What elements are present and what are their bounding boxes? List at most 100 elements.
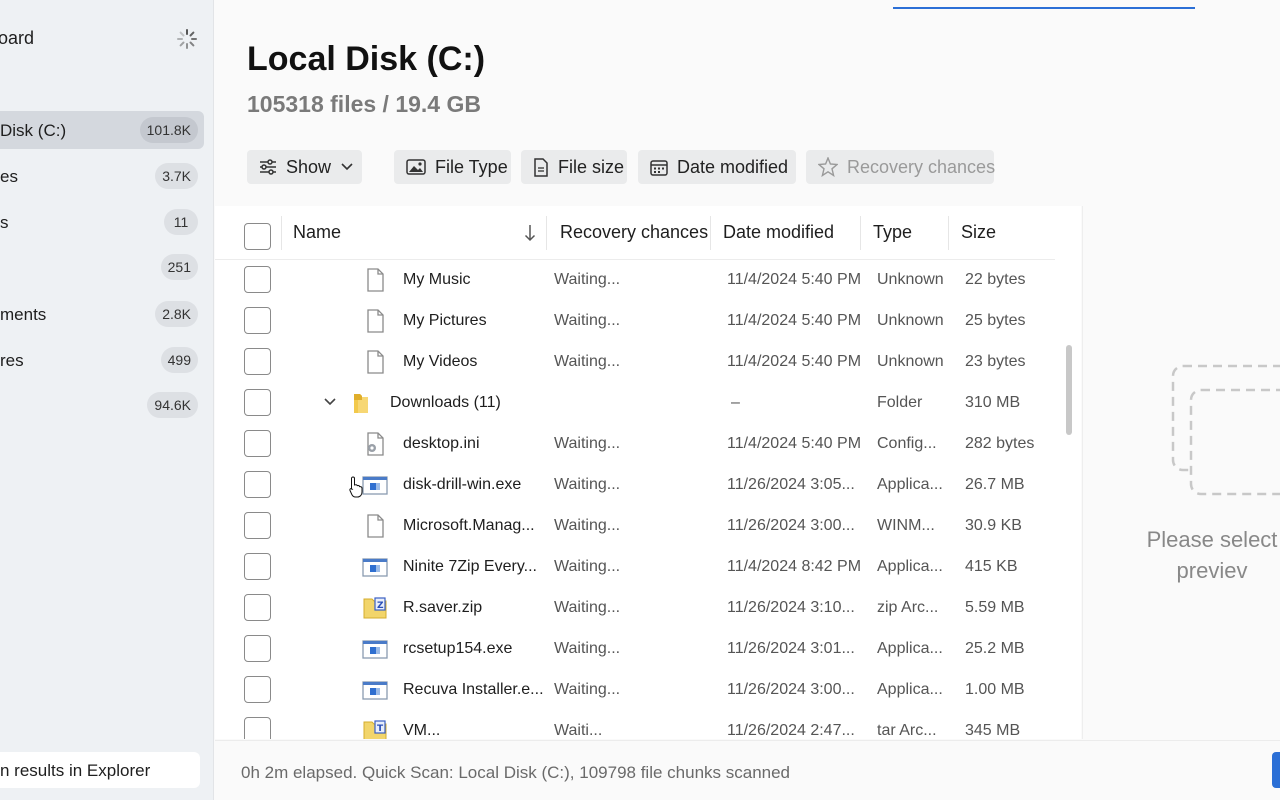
date-modified: 11/4/2024 5:40 PM [727, 312, 862, 329]
sidebar-item-files[interactable]: es 3.7K [0, 157, 204, 195]
recovery-status: Waiting... [554, 476, 621, 493]
recovery-status: Waiti... [554, 722, 603, 739]
recovery-status: Waiting... [554, 599, 621, 616]
show-filter-button[interactable]: Show [247, 150, 362, 184]
recovery-status: Waiting... [554, 271, 621, 288]
row-checkbox[interactable] [244, 717, 271, 739]
file-size: 415 KB [965, 558, 1018, 575]
sidebar-title: oard [0, 28, 35, 48]
row-checkbox[interactable] [244, 307, 271, 334]
file-icon [367, 514, 384, 538]
row-checkbox[interactable] [244, 266, 271, 293]
table-row[interactable]: desktop.ini Waiting... 11/4/2024 5:40 PM… [215, 423, 1055, 464]
document-icon [534, 157, 548, 177]
recovery-chances-label: Recovery chances [847, 156, 996, 177]
row-checkbox[interactable] [244, 471, 271, 498]
file-size: 26.7 MB [965, 476, 1025, 493]
sidebar-item-s[interactable]: s 11 [0, 203, 204, 241]
column-header-size[interactable]: Size [961, 222, 996, 243]
file-name: VM... [403, 722, 441, 739]
file-size-filter-button[interactable]: File size [521, 150, 627, 184]
column-header-date-modified[interactable]: Date modified [723, 222, 834, 243]
table-row-folder[interactable]: Downloads (11) – Folder 310 MB [215, 382, 1055, 423]
file-size: 345 MB [965, 722, 1021, 739]
status-bar: 0h 2m elapsed. Quick Scan: Local Disk (C… [215, 740, 1280, 800]
file-type: Applica... [877, 640, 943, 657]
row-checkbox[interactable] [244, 348, 271, 375]
preview-message-line: Please select [1146, 527, 1278, 552]
file-name: desktop.ini [403, 435, 480, 452]
file-type: zip Arc... [877, 599, 939, 616]
file-size-label: File size [558, 156, 625, 177]
zip-archive-icon: Z [363, 597, 387, 619]
row-checkbox[interactable] [244, 553, 271, 580]
sidebar-item-local-disk[interactable]: Disk (C:) 101.8K [0, 111, 204, 149]
sort-descending-icon[interactable] [524, 224, 536, 242]
file-size: 1.00 MB [965, 681, 1025, 698]
file-type: Applica... [877, 476, 943, 493]
sidebar-item-unlabeled-1[interactable]: 251 [0, 248, 204, 286]
table-row[interactable]: T VM... Waiti... 11/26/2024 2:47... tar … [215, 710, 1055, 739]
recovery-status: Waiting... [554, 312, 621, 329]
file-type: Folder [877, 394, 923, 411]
column-separator [281, 216, 282, 250]
tar-archive-icon: T [363, 720, 387, 739]
table-row[interactable]: Microsoft.Manag... Waiting... 11/26/2024… [215, 505, 1055, 546]
file-icon [367, 268, 384, 292]
table-row[interactable]: Ninite 7Zip Every... Waiting... 11/4/202… [215, 546, 1055, 587]
table-row[interactable]: My Pictures Waiting... 11/4/2024 5:40 PM… [215, 300, 1055, 341]
preview-placeholder-icon [1171, 364, 1280, 496]
row-checkbox[interactable] [244, 389, 271, 416]
folder-icon [354, 394, 368, 413]
column-separator [860, 216, 861, 250]
table-row[interactable]: My Videos Waiting... 11/4/2024 5:40 PM U… [215, 341, 1055, 382]
table-scrollbar[interactable] [1066, 345, 1072, 435]
file-size: 25.2 MB [965, 640, 1025, 657]
column-header-type[interactable]: Type [873, 222, 912, 243]
file-size: 30.9 KB [965, 517, 1022, 534]
sidebar-item-unlabeled-2[interactable]: 94.6K [0, 386, 204, 424]
count-badge: 2.8K [155, 301, 198, 327]
table-row[interactable]: rcsetup154.exe Waiting... 11/26/2024 3:0… [215, 628, 1055, 669]
file-size: 25 bytes [965, 312, 1026, 329]
count-badge: 101.8K [139, 117, 198, 143]
date-modified: 11/4/2024 5:40 PM [727, 353, 862, 370]
date-modified-filter-button[interactable]: Date modified [638, 150, 796, 184]
loading-spinner-icon [177, 29, 197, 49]
show-results-label: n results in Explorer [0, 761, 151, 780]
folder-name: Downloads (11) [390, 394, 501, 411]
date-modified: 11/4/2024 5:40 PM [727, 435, 862, 452]
row-checkbox[interactable] [244, 635, 271, 662]
application-icon [362, 558, 388, 577]
select-all-checkbox[interactable] [244, 223, 271, 250]
file-size: 23 bytes [965, 353, 1026, 370]
column-header-name[interactable]: Name [293, 222, 341, 243]
config-file-icon [367, 432, 384, 456]
column-header-recovery-chances[interactable]: Recovery chances [560, 222, 708, 243]
sidebar-item-documents[interactable]: ments 2.8K [0, 295, 204, 333]
row-checkbox[interactable] [244, 676, 271, 703]
file-name: disk-drill-win.exe [403, 476, 522, 493]
recovery-chances-filter-button[interactable]: Recovery chances [806, 150, 996, 184]
table-row[interactable]: Z R.saver.zip Waiting... 11/26/2024 3:10… [215, 587, 1055, 628]
recovery-status: Waiting... [554, 353, 621, 370]
file-name: Ninite 7Zip Every... [403, 558, 537, 575]
show-results-in-explorer-button[interactable]: n results in Explorer [0, 752, 200, 788]
row-checkbox[interactable] [244, 430, 271, 457]
row-checkbox[interactable] [244, 512, 271, 539]
table-row[interactable]: My Music Waiting... 11/4/2024 5:40 PM Un… [215, 259, 1055, 300]
file-type-filter-button[interactable]: File Type [394, 150, 511, 184]
primary-action-button[interactable] [1272, 752, 1280, 788]
sidebar-item-label: s [0, 213, 9, 232]
table-row[interactable]: Recuva Installer.e... Waiting... 11/26/2… [215, 669, 1055, 710]
progress-indicator-line [893, 7, 1195, 9]
sidebar-item-pictures[interactable]: res 499 [0, 341, 204, 379]
chevron-down-icon[interactable] [322, 394, 338, 410]
sidebar-item-label: res [0, 351, 24, 370]
show-filter-label: Show [286, 156, 332, 177]
hand-cursor-icon [349, 476, 363, 498]
row-checkbox[interactable] [244, 594, 271, 621]
table-row[interactable]: disk-drill-win.exe Waiting... 11/26/2024… [215, 464, 1055, 505]
count-badge: 11 [164, 209, 198, 235]
file-table: Name Recovery chances Date modified Type… [215, 206, 1081, 739]
